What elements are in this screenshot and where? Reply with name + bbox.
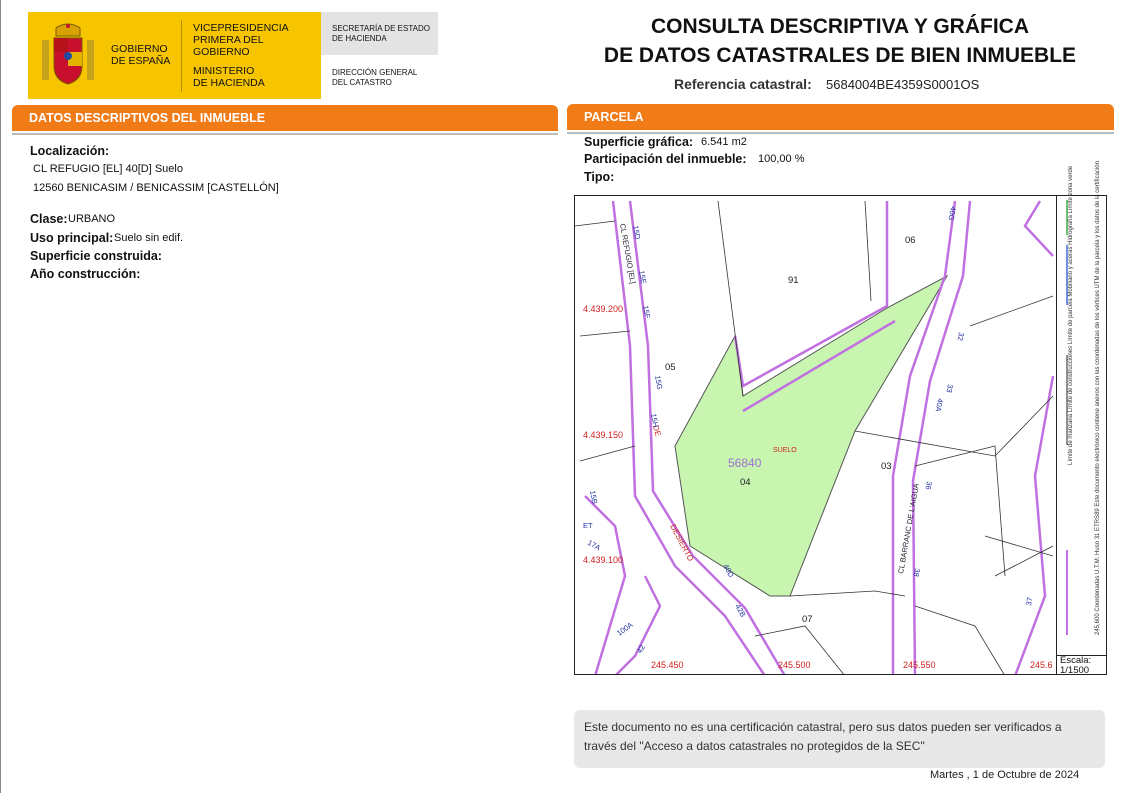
parcel-use-label: SUELO — [773, 447, 797, 454]
participacion-value: 100,00 % — [758, 153, 805, 165]
ministerio-label: MINISTERIO DE HACIENDA — [193, 65, 265, 89]
anio-construccion-label: Año construcción: — [30, 267, 141, 281]
coat-of-arms-icon — [42, 23, 94, 85]
neighbor-label: 05 — [665, 362, 676, 373]
house-number: 15D — [631, 225, 642, 241]
scale-value: 1/1500 — [1060, 665, 1090, 676]
parcel-id-label: 04 — [740, 477, 751, 488]
house-number: ET — [583, 521, 593, 530]
page-title: CONSULTA DESCRIPTIVA Y GRÁFICA DE DATOS … — [603, 15, 1077, 67]
legend-text: Límite de manzana Límite de construccion… — [1068, 165, 1074, 465]
gov-separator — [181, 20, 182, 92]
coord-x-label: 245.6 — [1030, 660, 1053, 670]
neighbor-label: 03 — [881, 461, 892, 472]
vicepresidencia-label: VICEPRESIDENCIA PRIMERA DEL GOBIERNO — [193, 22, 289, 58]
parcel-number-label: 56840 — [728, 456, 762, 470]
house-number: 33 — [945, 384, 955, 394]
participacion-label: Participación del inmueble: — [584, 152, 747, 166]
document-date: Martes , 1 de Octubre de 2024 — [930, 769, 1080, 781]
legend-text-coords: 245,600 Coordenadas U.T.M. Huso 31 ETRS8… — [1095, 161, 1101, 635]
neighbor-label: 91 — [788, 275, 799, 286]
secretaria-label: SECRETARÍA DE ESTADO DE HACIENDA — [332, 24, 430, 43]
superficie-grafica-value: 6.541 m2 — [701, 136, 747, 148]
coord-x-label: 245.450 — [651, 660, 684, 670]
house-number: 42B — [733, 603, 747, 619]
coord-x-label: 245.500 — [778, 660, 811, 670]
disclaimer-note: Este documento no es una certificación c… — [574, 710, 1105, 768]
house-number: 15E — [637, 270, 648, 285]
street-label-barranc: CL BARRANC DE L'AIGUA — [896, 483, 921, 575]
house-number: 15G — [653, 375, 664, 391]
localizacion-line1: CL REFUGIO [EL] 40[D] Suelo — [33, 163, 183, 175]
direccion-general-label: DIRECCIÓN GENERAL DEL CATASTRO — [332, 68, 418, 87]
house-number: 100A — [615, 620, 635, 637]
neighbor-label: 06 — [905, 235, 916, 246]
section-header-descriptivos: DATOS DESCRIPTIVOS DEL INMUEBLE — [12, 105, 558, 135]
uso-label: Uso principal: — [30, 231, 114, 245]
coord-y-label: 4.439.200 — [583, 304, 623, 314]
coord-x-label: 245.550 — [903, 660, 936, 670]
house-number: 37 — [1024, 597, 1034, 607]
ref-value: 5684004BE4359S0001OS — [826, 77, 980, 92]
localizacion-label: Localización: — [30, 144, 110, 158]
superficie-construida-label: Superficie construida: — [30, 249, 162, 263]
clase-label: Clase: — [30, 212, 68, 226]
house-number: 36 — [924, 481, 934, 491]
map-svg: 4.439.200 4.439.150 4.439.100 245.450 24… — [575, 200, 1055, 674]
clase-value: URBANO — [68, 213, 116, 225]
house-number: 15F — [641, 305, 652, 320]
government-logo-block: GOBIERNO DE ESPAÑA VICEPRESIDENCIA PRIMERA… — [28, 12, 321, 99]
gov-name: GOBIERNO DE ESPAÑA — [111, 43, 171, 67]
secretaria-block: SECRETARÍA DE ESTADO DE HACIENDA — [321, 12, 438, 55]
coord-y-label: 4.439.100 — [583, 555, 623, 565]
house-number: 38 — [912, 568, 922, 578]
map-scale: Escala: 1/1500 — [1056, 655, 1107, 676]
house-number: 17A — [586, 538, 602, 552]
cadastral-map: 4.439.200 4.439.150 4.439.100 245.450 24… — [574, 195, 1107, 675]
uso-value: Suelo sin edif. — [114, 232, 184, 244]
house-number: 32 — [956, 332, 966, 342]
house-number: 40A — [934, 398, 945, 413]
localizacion-line2: 12560 BENICASIM / BENICASSIM [CASTELLÓN] — [33, 182, 279, 194]
neighbor-label: 07 — [802, 614, 813, 625]
superficie-grafica-label: Superficie gráfica: — [584, 135, 694, 149]
tipo-label: Tipo: — [584, 170, 615, 184]
house-number: 40G — [947, 206, 958, 222]
section-header-parcela: PARCELA — [567, 104, 1114, 134]
coord-y-label: 4.439.150 — [583, 430, 623, 440]
ref-label: Referencia catastral: — [674, 76, 812, 92]
